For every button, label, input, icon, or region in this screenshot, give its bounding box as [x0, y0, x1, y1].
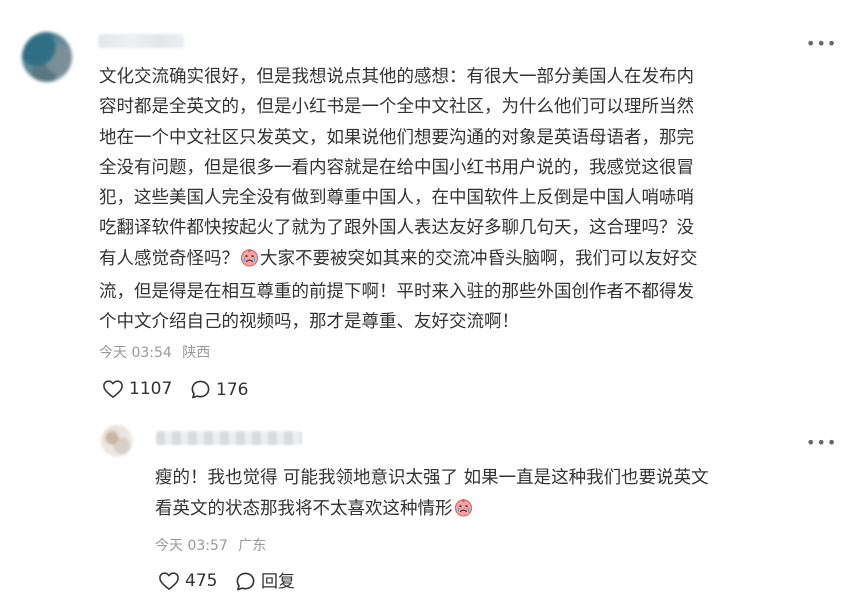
- reply-meta: 今天 03:57 广东: [155, 537, 266, 555]
- reply-count: 176: [216, 379, 249, 400]
- reply-text: 瘦的！我也觉得 可能我领地意识太强了 如果一直是这种我们也要说英文 看英文的状态…: [155, 463, 835, 527]
- reply-like-button[interactable]: 475: [158, 571, 217, 591]
- comment-text-part1: 文化交流确实很好，但是我想说点其他的感想：有很大一部分美国人在发布内 容时都是全…: [99, 67, 694, 269]
- more-options-icon[interactable]: •••: [806, 36, 837, 52]
- avatar[interactable]: [22, 32, 72, 82]
- reply-timestamp: 今天 03:57: [155, 538, 228, 554]
- heart-icon: [159, 572, 179, 590]
- comment-meta: 今天 03:54 陕西: [99, 344, 210, 362]
- reply-avatar[interactable]: [101, 425, 133, 457]
- comment-text: 文化交流确实很好，但是我想说点其他的感想：有很大一部分美国人在发布内 容时都是全…: [99, 62, 821, 338]
- like-button[interactable]: 1107: [102, 379, 172, 399]
- heart-icon: [103, 380, 123, 398]
- location: 陕西: [182, 345, 211, 361]
- crying-face-emoji-icon: [240, 247, 259, 277]
- timestamp: 今天 03:54: [99, 345, 172, 361]
- reply-more-options-icon[interactable]: •••: [806, 435, 837, 451]
- like-count: 1107: [129, 379, 173, 399]
- comment-bubble-icon: [191, 380, 210, 399]
- reply-location: 广东: [238, 538, 267, 554]
- crying-face-emoji-icon: [454, 497, 473, 528]
- reply-text-part1: 瘦的！我也觉得 可能我领地意识太强了 如果一直是这种我们也要说英文 看英文的状态…: [155, 468, 709, 519]
- reply-label: 回复: [261, 571, 295, 592]
- reply-username-blurred[interactable]: [156, 431, 302, 445]
- reply-count-button[interactable]: 176: [190, 379, 248, 400]
- reply-button[interactable]: 回复: [235, 571, 295, 592]
- comment-bubble-icon: [236, 572, 255, 591]
- reply-like-count: 475: [185, 571, 218, 591]
- username-blurred[interactable]: [98, 34, 184, 48]
